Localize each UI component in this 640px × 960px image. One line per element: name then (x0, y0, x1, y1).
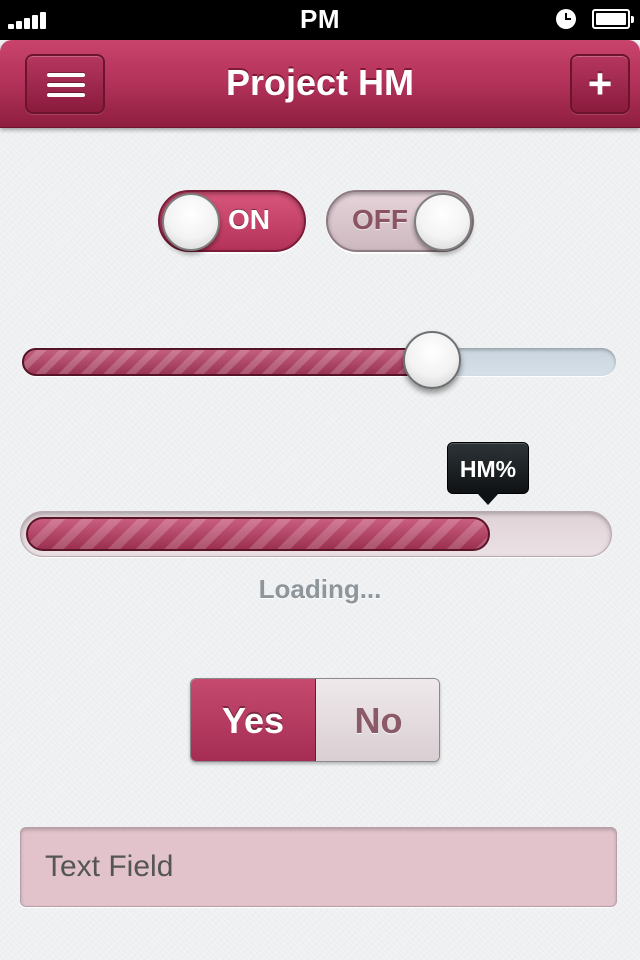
loading-status-text: Loading... (258, 574, 382, 604)
toggle-knob (162, 193, 220, 251)
status-time: PM (300, 4, 340, 34)
progress-fill (26, 517, 490, 551)
segment-yes[interactable]: Yes (191, 679, 316, 761)
progress-bar (20, 511, 612, 557)
segment-no[interactable]: No (316, 679, 439, 761)
toggle-knob (414, 193, 472, 251)
status-bar: PM (0, 0, 640, 40)
add-button[interactable]: + (570, 54, 630, 114)
battery-icon (592, 9, 634, 29)
progress-tooltip: HM% (447, 442, 529, 494)
nav-bar: Project HM + (0, 40, 640, 128)
tooltip-arrow (477, 493, 499, 505)
background-texture (0, 0, 640, 960)
slider-thumb[interactable] (402, 331, 461, 389)
page-title: Project HM (225, 62, 415, 103)
text-field[interactable] (20, 827, 617, 907)
slider-track[interactable] (22, 348, 616, 376)
plus-icon: + (587, 60, 613, 107)
slider-fill (22, 348, 432, 376)
toggle-switch-on[interactable]: ON (158, 190, 306, 252)
toggle-switch-off[interactable]: OFF (326, 190, 474, 252)
clock-icon (556, 9, 576, 29)
toggle-off-label: OFF (352, 204, 408, 235)
yes-no-segmented-control: Yes No (190, 678, 440, 762)
toggle-on-label: ON (228, 204, 270, 235)
